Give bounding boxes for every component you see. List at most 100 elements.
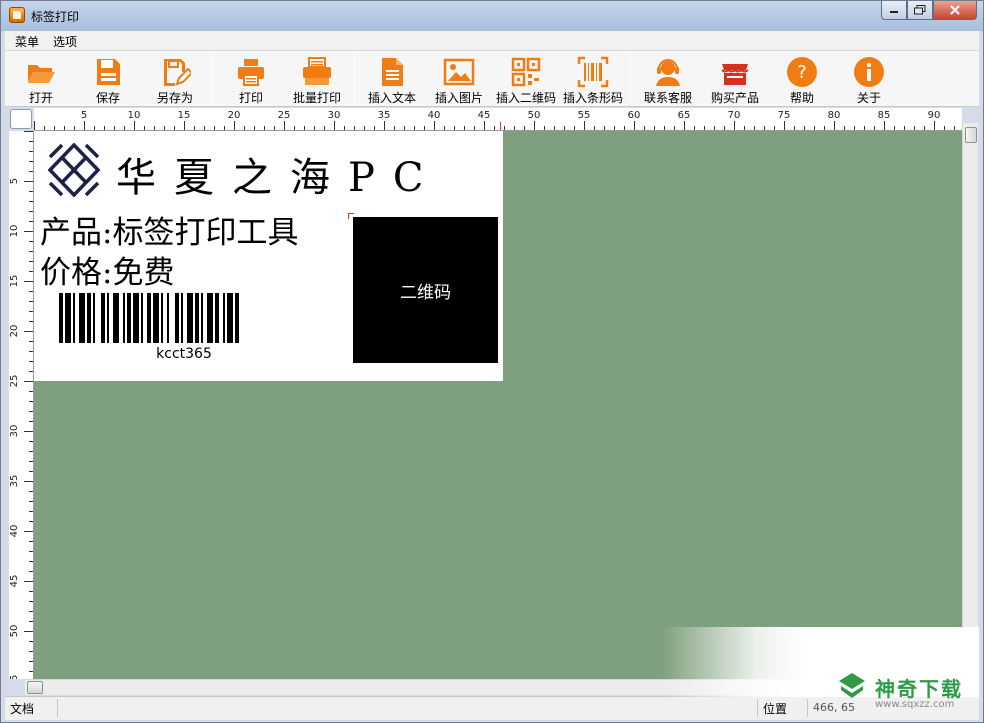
help-button[interactable]: ? 帮助 [769, 53, 835, 105]
menu-item-options[interactable]: 选项 [51, 33, 79, 50]
printer-icon [238, 59, 264, 86]
ruler-corner-button[interactable] [10, 109, 32, 129]
barcode-bar [127, 293, 131, 343]
insert-barcode-icon [577, 56, 609, 88]
watermark-logo [839, 673, 865, 698]
title-bar[interactable]: 标签打印 [1, 1, 983, 31]
insert-text-button[interactable]: 插入文本 [359, 53, 425, 105]
ruler-left-label: 15 [9, 275, 20, 288]
barcode-bar [161, 293, 163, 343]
app-window: 标签打印 菜单 选项 打开 保存 另存为 打印 批量打印 插入文本 插入图片 插… [0, 0, 984, 723]
watermark-url: www.sqxzz.com [875, 699, 955, 710]
ruler-top: 5 10 15 20 25 30 35 40 45 50 55 60 65 70 75 80 85 90 [34, 108, 962, 131]
barcode-bar [215, 293, 219, 343]
watermark-text: 神奇下载 [875, 677, 963, 701]
barcode-bar [93, 293, 95, 343]
folder-open-icon [28, 65, 55, 83]
save-as-label: 另存为 [156, 91, 193, 105]
about-button[interactable]: 关于 [836, 53, 902, 105]
barcode-bar [207, 293, 213, 343]
batch-print-button[interactable]: 批量打印 [284, 53, 350, 105]
toolbar: 打开 保存 另存为 打印 批量打印 插入文本 插入图片 插入二维码 插入条形码 … [5, 51, 979, 107]
ruler-top-label: 80 [828, 110, 841, 121]
horizontal-scroll-thumb[interactable] [27, 681, 43, 694]
barcode-bar [147, 293, 151, 343]
app-icon [9, 7, 25, 23]
ruler-top-label: 30 [328, 110, 341, 121]
save-button[interactable]: 保存 [75, 53, 141, 105]
close-button[interactable] [933, 1, 977, 20]
barcode-bar [133, 293, 139, 343]
barcode-bar [153, 293, 159, 343]
ruler-left-label: 25 [9, 375, 20, 388]
restore-icon [914, 5, 926, 15]
ruler-top-label: 15 [178, 110, 191, 121]
insert-barcode-button[interactable]: 插入条形码 [560, 53, 626, 105]
ruler-top-label: 45 [478, 110, 491, 121]
barcode-bar [227, 293, 233, 343]
vertical-scroll-thumb[interactable] [965, 127, 977, 143]
ruler-left: 5 10 15 20 25 30 35 40 45 50 55 [9, 131, 34, 679]
insert-barcode-label: 插入条形码 [562, 91, 623, 105]
status-divider [807, 699, 808, 717]
barcode-bar [59, 293, 63, 343]
barcode-bar [187, 293, 193, 343]
ruler-left-label: 45 [9, 575, 20, 588]
status-bar: 文档 位置 466, 65 [5, 696, 979, 720]
ruler-left-label: 20 [9, 325, 20, 338]
ruler-left-label: 50 [9, 625, 20, 638]
status-position-value: 466, 65 [813, 701, 855, 714]
print-button[interactable]: 打印 [218, 53, 284, 105]
status-position-label: 位置 [763, 702, 788, 716]
menu-item-menu[interactable]: 菜单 [13, 33, 41, 50]
insert-image-icon [443, 58, 475, 86]
buy-product-button[interactable]: 购买产品 [702, 53, 768, 105]
barcode-bar [101, 293, 105, 343]
ruler-top-label: 90 [928, 110, 941, 121]
customer-service-button[interactable]: 联系客服 [635, 53, 701, 105]
info-icon [854, 57, 884, 87]
design-canvas[interactable]: 华夏之海PC 产品:标签打印工具 价格:免费 二维码 kcct365 [34, 131, 962, 679]
window-controls [881, 1, 977, 21]
ruler-left-label: 30 [9, 425, 20, 438]
menu-bar: 菜单 选项 [5, 31, 979, 51]
product-text[interactable]: 产品:标签打印工具 [40, 207, 298, 252]
qrcode-placeholder-text: 二维码 [400, 282, 451, 303]
label-page[interactable]: 华夏之海PC 产品:标签打印工具 价格:免费 二维码 kcct365 [34, 131, 503, 381]
lattice-logo[interactable] [48, 143, 100, 197]
barcode-element[interactable] [59, 293, 309, 343]
barcode-caption: kcct365 [156, 346, 212, 362]
barcode-bar [79, 293, 85, 343]
ruler-top-label: 85 [878, 110, 891, 121]
qrcode-element[interactable]: 二维码 [353, 217, 498, 363]
ruler-top-label: 60 [628, 110, 641, 121]
minimize-button[interactable] [881, 1, 907, 20]
ruler-top-label: 75 [778, 110, 791, 121]
ruler-top-ticks: 5 10 15 20 25 30 35 40 45 50 55 60 65 70 75 80 85 90 [34, 110, 955, 130]
ruler-top-label: 5 [81, 110, 87, 121]
open-button[interactable]: 打开 [8, 53, 74, 105]
ruler-left-label: 55 [9, 675, 20, 679]
barcode-bar [181, 293, 183, 343]
help-icon: ? [787, 57, 817, 87]
shop-icon [721, 64, 749, 85]
price-text[interactable]: 价格:免费 [40, 247, 174, 292]
barcode-bar [195, 293, 199, 343]
brand-text[interactable]: 华夏之海PC [116, 145, 442, 203]
maximize-button[interactable] [907, 1, 933, 20]
save-as-button[interactable]: 另存为 [142, 53, 208, 105]
vertical-scrollbar[interactable] [962, 123, 978, 679]
svg-text:?: ? [797, 62, 807, 83]
barcode-bar [235, 293, 239, 343]
ruler-left-label: 5 [9, 178, 20, 184]
insert-qrcode-button[interactable]: 插入二维码 [493, 53, 559, 105]
ruler-left-label: 35 [9, 475, 20, 488]
batch-print-label: 批量打印 [292, 91, 341, 105]
ruler-top-label: 25 [278, 110, 291, 121]
barcode-bar [113, 293, 119, 343]
ruler-left-ticks: 5 10 15 20 25 30 35 40 45 50 55 [9, 131, 33, 679]
batch-print-icon [303, 57, 331, 85]
insert-image-button[interactable]: 插入图片 [426, 53, 492, 105]
status-divider [57, 699, 58, 717]
barcode-bar [175, 293, 179, 343]
